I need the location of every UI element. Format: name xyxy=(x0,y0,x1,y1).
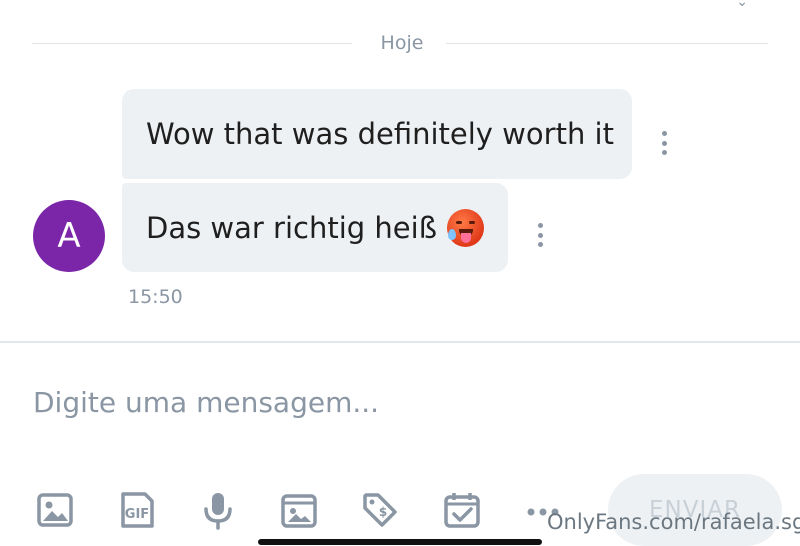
composer-divider xyxy=(0,341,800,343)
message-text: Das war richtig heiß xyxy=(146,210,437,245)
chevron-partial-icon: ⌄ xyxy=(736,0,748,10)
image-icon[interactable] xyxy=(35,488,75,532)
message-bubble[interactable]: Das war richtig heiß xyxy=(122,183,508,272)
microphone-icon[interactable] xyxy=(198,488,238,532)
avatar-initial: A xyxy=(57,216,81,256)
date-label: Hoje xyxy=(380,32,424,54)
message-input[interactable] xyxy=(33,375,593,429)
hot-face-emoji-icon xyxy=(446,208,484,247)
media-vault-icon[interactable] xyxy=(279,488,319,532)
watermark: OnlyFans.com/rafaela.sg xyxy=(547,510,800,534)
divider-line-right xyxy=(446,43,768,44)
message-options-icon[interactable] xyxy=(537,223,543,247)
schedule-calendar-icon[interactable] xyxy=(442,488,482,532)
gif-icon[interactable]: GIF xyxy=(117,488,157,532)
date-divider: Hoje xyxy=(32,30,768,56)
divider-line-left xyxy=(32,43,352,44)
avatar[interactable]: A xyxy=(33,200,105,272)
svg-text:$: $ xyxy=(379,505,387,519)
message-text: Wow that was definitely worth it xyxy=(146,117,614,151)
message-bubble[interactable]: Wow that was definitely worth it xyxy=(122,89,632,179)
message-options-icon[interactable] xyxy=(661,131,667,155)
gif-label: GIF xyxy=(125,507,149,522)
price-tag-icon[interactable]: $ xyxy=(360,488,400,532)
message-timestamp: 15:50 xyxy=(128,286,183,308)
home-indicator xyxy=(258,539,542,545)
